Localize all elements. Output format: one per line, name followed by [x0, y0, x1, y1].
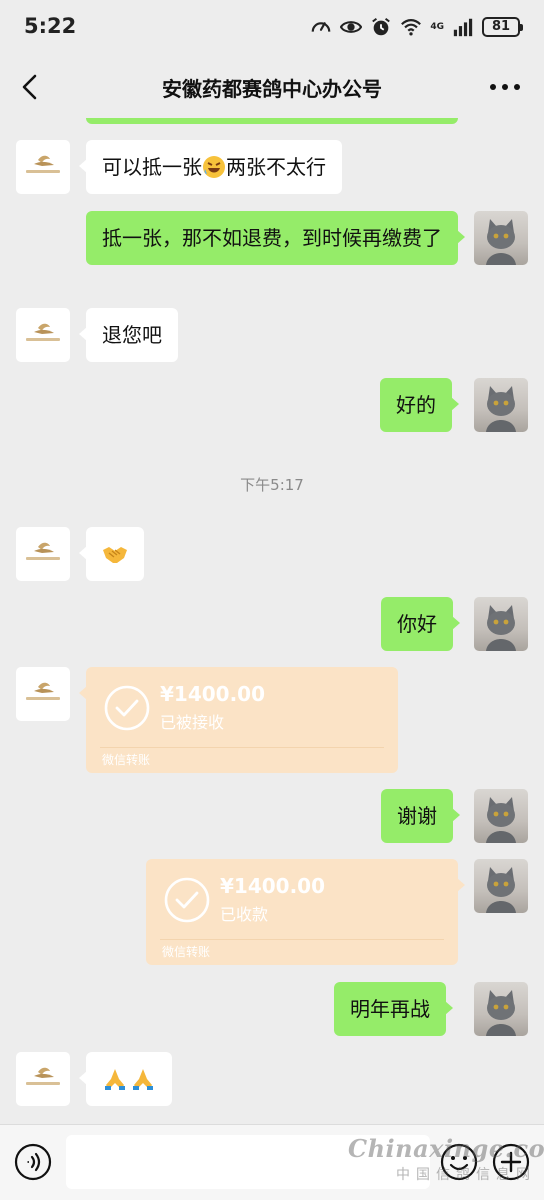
sender-avatar[interactable] — [16, 1052, 70, 1106]
message-text: 明年再战 — [350, 997, 430, 1021]
outgoing-message-bubble[interactable]: 抵一张，那不如退费，到时候再缴费了 — [86, 211, 465, 265]
cat-avatar-icon — [486, 605, 516, 651]
folded-hands-emoji-icon — [105, 1069, 125, 1090]
outgoing-message-bubble[interactable]: 好的 — [380, 378, 459, 432]
status-bar: 5:22 4G 81 — [0, 0, 544, 56]
outgoing-message-bubble[interactable]: 谢谢 — [381, 789, 460, 843]
cat-avatar-icon — [486, 219, 516, 265]
chat-header: 安徽药都赛鸽中心办公号 — [0, 56, 544, 118]
my-avatar[interactable] — [474, 211, 528, 265]
my-avatar[interactable] — [474, 378, 528, 432]
eye-icon — [340, 21, 363, 33]
check-circle-icon — [164, 877, 210, 923]
chat-messages[interactable]: 可以抵一张 两张不太行 抵一张，那不如退费，到时候再缴费了 退您吧 好的 下午5:… — [0, 118, 544, 1124]
pigeon-logo-icon — [26, 542, 60, 560]
transfer-label: 微信转账 — [102, 753, 151, 767]
pigeon-logo-icon — [26, 1067, 60, 1085]
message-text: 好的 — [396, 393, 436, 417]
transfer-divider — [160, 939, 444, 940]
chat-title: 安徽药都赛鸽中心办公号 — [162, 77, 382, 101]
message-text: 两张不太行 — [226, 155, 326, 179]
pigeon-logo-icon — [26, 323, 60, 341]
transfer-label: 微信转账 — [162, 945, 211, 959]
cat-avatar-icon — [486, 867, 516, 913]
wifi-icon — [401, 19, 422, 36]
rolling-laughing-emoji-icon — [203, 156, 225, 178]
cat-avatar-icon — [486, 797, 516, 843]
transfer-status: 已被接收 — [160, 713, 225, 732]
transfer-status: 已收款 — [220, 905, 269, 924]
battery-icon: 81 — [482, 17, 523, 37]
sender-avatar[interactable] — [16, 308, 70, 362]
watermark: Chinaxinge.com — [348, 1134, 544, 1163]
cat-avatar-icon — [486, 990, 516, 1036]
sender-avatar[interactable] — [16, 140, 70, 194]
my-avatar[interactable] — [474, 859, 528, 913]
message-text: 退您吧 — [102, 323, 162, 347]
previous-message-bubble[interactable] — [86, 118, 458, 124]
signal-icon — [453, 18, 473, 37]
transfer-amount: ¥1400.00 — [220, 874, 326, 898]
message-text: 谢谢 — [397, 804, 437, 828]
incoming-emoji-bubble[interactable] — [79, 1052, 172, 1106]
speedometer-icon — [311, 22, 331, 32]
check-circle-icon — [104, 685, 150, 731]
watermark-subtext: 中国信鸽信息网 — [396, 1167, 536, 1183]
sender-avatar[interactable] — [16, 667, 70, 721]
cat-avatar-icon — [486, 386, 516, 432]
status-time: 5:22 — [24, 14, 77, 38]
transfer-divider — [100, 747, 384, 748]
transfer-amount: ¥1400.00 — [160, 682, 266, 706]
outgoing-message-bubble[interactable]: 你好 — [381, 597, 460, 651]
pigeon-logo-icon — [26, 155, 60, 173]
my-avatar[interactable] — [474, 789, 528, 843]
message-text: 可以抵一张 — [102, 155, 202, 179]
folded-hands-emoji-icon — [133, 1069, 153, 1090]
pigeon-logo-icon — [26, 682, 60, 700]
message-text: 抵一张，那不如退费，到时候再缴费了 — [102, 226, 442, 250]
voice-icon[interactable] — [14, 1143, 52, 1181]
my-avatar[interactable] — [474, 982, 528, 1036]
message-text: 你好 — [397, 612, 437, 636]
status-icons: 4G 81 — [310, 16, 523, 38]
incoming-emoji-bubble[interactable] — [79, 527, 144, 581]
transfer-card[interactable]: ¥1400.00 已收款 微信转账 — [146, 859, 465, 965]
incoming-message-bubble[interactable]: 退您吧 — [79, 308, 178, 362]
outgoing-message-bubble[interactable]: 明年再战 — [334, 982, 453, 1036]
incoming-message-bubble[interactable]: 可以抵一张 两张不太行 — [79, 140, 342, 194]
my-avatar[interactable] — [474, 597, 528, 651]
transfer-card[interactable]: ¥1400.00 已被接收 微信转账 — [79, 667, 398, 773]
more-dots-icon[interactable] — [488, 76, 522, 98]
message-timestamp: 下午5:17 — [240, 476, 304, 494]
alarm-icon — [372, 17, 391, 36]
sender-avatar[interactable] — [16, 527, 70, 581]
handshake-emoji-icon — [103, 547, 127, 563]
network-type: 4G — [430, 21, 444, 32]
